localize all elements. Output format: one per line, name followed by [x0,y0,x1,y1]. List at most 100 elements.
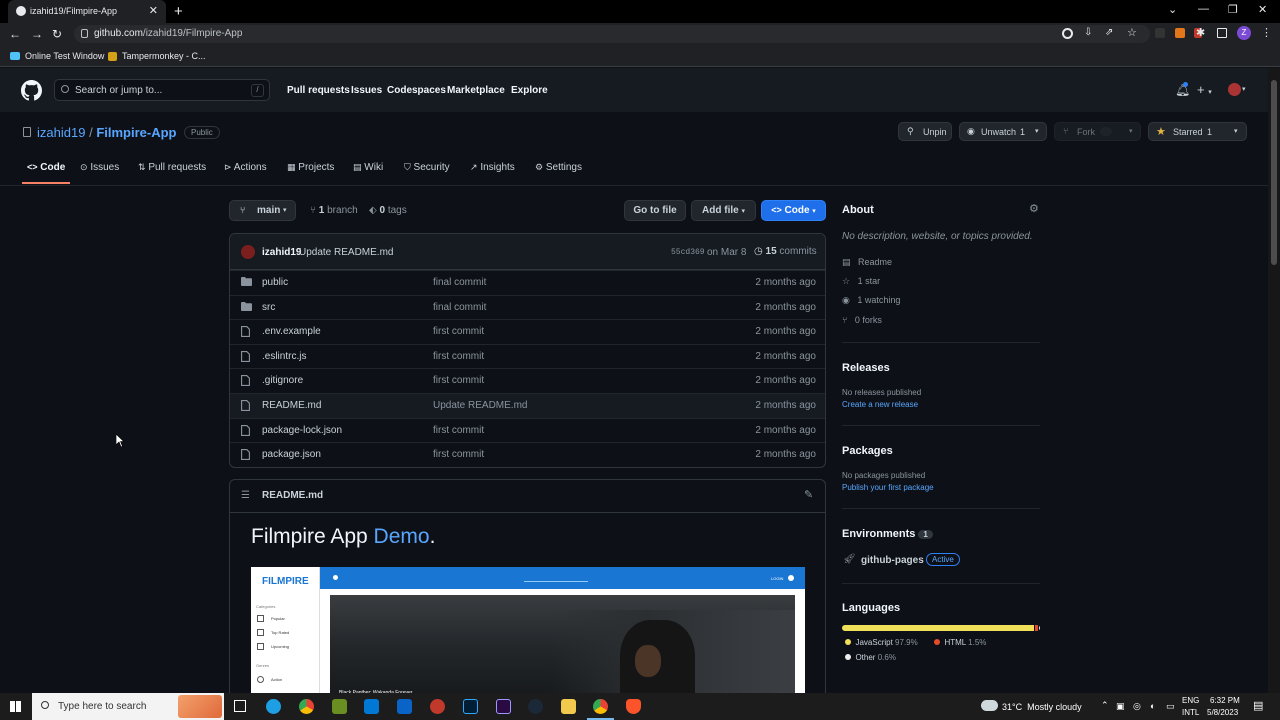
taskbar-search-input[interactable]: Type here to search [32,693,224,720]
create-release-link[interactable]: Create a new release [842,400,918,409]
file-name[interactable]: .gitignore [262,375,303,386]
file-commit-message[interactable]: first commit [433,375,484,386]
unpin-button[interactable]: ⚲ Unpin [898,122,952,141]
tray-icon[interactable]: ◎ [1133,701,1141,712]
tray-icon[interactable]: ▣ [1116,701,1125,712]
file-row[interactable]: src final commit 2 months ago [230,294,825,320]
readme-link[interactable]: ▤ Readme [842,257,892,268]
photoshop-icon[interactable] [463,699,478,714]
nav-issues[interactable]: Issues [351,85,382,96]
task-view-icon[interactable] [234,700,246,712]
publish-package-link[interactable]: Publish your first package [842,483,934,492]
github-pages-link[interactable]: github-pages [861,555,924,566]
restore-icon[interactable]: ❐ [1228,3,1238,16]
chrome-icon[interactable] [299,699,314,714]
file-row[interactable]: README.md Update README.md 2 months ago [230,393,825,418]
google-extension-icon[interactable] [1062,28,1073,39]
tab-insights[interactable]: ↗ Insights [470,162,515,173]
commit-message[interactable]: Update README.md [299,247,393,258]
repo-owner-link[interactable]: izahid19 [37,125,85,140]
install-app-icon[interactable]: ⇩ [1084,27,1092,38]
network-icon[interactable]: ▭ [1166,701,1175,712]
file-row[interactable]: public final commit 2 months ago [230,270,825,295]
brave-icon[interactable] [626,699,641,714]
clock-date[interactable]: 5/8/2023 [1207,708,1238,717]
readme-filename[interactable]: README.md [262,490,323,501]
about-settings-gear-icon[interactable]: ⚙ [1029,202,1039,215]
close-tab-icon[interactable]: ✕ [149,4,158,17]
stars-link[interactable]: ☆ 1 star [842,276,880,287]
share-icon[interactable]: ⇗ [1105,27,1113,38]
file-name[interactable]: package.json [262,449,321,460]
clock-time[interactable]: 6:32 PM [1210,696,1240,705]
windows-start-icon[interactable] [10,701,21,712]
forward-icon[interactable]: → [31,27,43,41]
tags-link[interactable]: ⬖ 0 tags [369,205,407,216]
file-row[interactable]: .gitignore first commit 2 months ago [230,368,825,393]
notifications-icon[interactable]: ▤ [1253,699,1263,712]
starred-button[interactable]: ★ Starred 1 ▾ [1148,122,1247,141]
commits-link[interactable]: ◷ 15 commits [754,246,817,257]
reload-icon[interactable]: ↻ [52,27,62,41]
input-language-line1[interactable]: ENG [1182,696,1199,705]
tab-settings[interactable]: ⚙ Settings [535,162,582,173]
file-commit-message[interactable]: first commit [433,449,484,460]
file-name[interactable]: README.md [262,400,321,411]
repo-name-link[interactable]: Filmpire-App [96,125,176,140]
page-scrollbar-thumb[interactable] [1271,80,1277,265]
store-icon[interactable] [364,699,379,714]
weather-cloud-icon[interactable] [981,700,998,711]
file-row[interactable]: .env.example first commit 2 months ago [230,319,825,344]
bookmark-star-icon[interactable]: ☆ [1127,26,1137,39]
back-icon[interactable]: ← [9,27,21,41]
file-commit-message[interactable]: first commit [433,425,484,436]
profile-avatar[interactable]: Z [1237,26,1251,40]
commit-sha[interactable]: 55cd369 [671,248,705,257]
app-icon[interactable] [332,699,347,714]
tray-chevron-up-icon[interactable]: ⌃ [1101,700,1109,711]
file-row[interactable]: package.json first commit 2 months ago [230,442,825,467]
tab-issues[interactable]: ⊙ Issues [80,162,119,173]
chrome-active-icon[interactable] [593,699,608,714]
nav-explore[interactable]: Explore [511,85,548,96]
fork-button[interactable]: ⑂ Fork ▾ [1054,122,1141,141]
volume-icon[interactable]: ◐ [1150,701,1155,711]
file-row[interactable]: .eslintrc.js first commit 2 months ago [230,343,825,369]
input-language-line2[interactable]: INTL [1182,708,1199,717]
commit-author[interactable]: izahid19 [262,247,301,258]
weather-text[interactable]: 31°C Mostly cloudy [1002,702,1082,712]
lock-icon[interactable] [81,29,88,38]
edge-icon[interactable] [266,699,281,714]
bookmark-online-test-window[interactable]: Online Test Window [25,51,104,61]
avatar-dropdown-icon[interactable]: ▾ [1242,85,1246,93]
app-icon[interactable] [430,699,445,714]
file-name[interactable]: public [262,277,288,288]
file-name[interactable]: .eslintrc.js [262,351,306,362]
file-name[interactable]: package-lock.json [262,425,342,436]
tab-security[interactable]: ⛉ Security [404,162,450,173]
outline-list-icon[interactable]: ☰ [241,490,250,501]
browser-menu-icon[interactable]: ⋮ [1261,26,1272,39]
tab-search-icon[interactable]: ⌄ [1168,3,1177,16]
search-input[interactable]: Search or jump to... / [54,79,270,101]
user-avatar[interactable] [1228,83,1241,96]
file-commit-message[interactable]: final commit [433,302,486,313]
file-name[interactable]: src [262,302,275,313]
side-panel-icon[interactable] [1217,28,1227,38]
file-explorer-icon[interactable] [561,699,576,714]
create-new-plus-icon[interactable]: + ▾ [1197,82,1212,97]
premiere-icon[interactable] [496,699,511,714]
demo-link[interactable]: Demo [374,525,430,548]
file-commit-message[interactable]: first commit [433,326,484,337]
go-to-file-button[interactable]: Go to file [624,200,686,221]
author-avatar[interactable] [241,245,255,259]
edit-pencil-icon[interactable]: ✎ [804,488,813,501]
bookmark-tampermonkey[interactable]: Tampermonkey - C... [122,51,206,61]
releases-title[interactable]: Releases [842,362,890,374]
file-commit-message[interactable]: final commit [433,277,486,288]
branch-select-button[interactable]: ⑂ main ▾ [229,200,296,221]
add-file-button[interactable]: Add file ▾ [691,200,756,221]
file-commit-message[interactable]: first commit [433,351,484,362]
mail-icon[interactable] [397,699,412,714]
tab-pull-requests[interactable]: ⇅ Pull requests [138,162,206,173]
